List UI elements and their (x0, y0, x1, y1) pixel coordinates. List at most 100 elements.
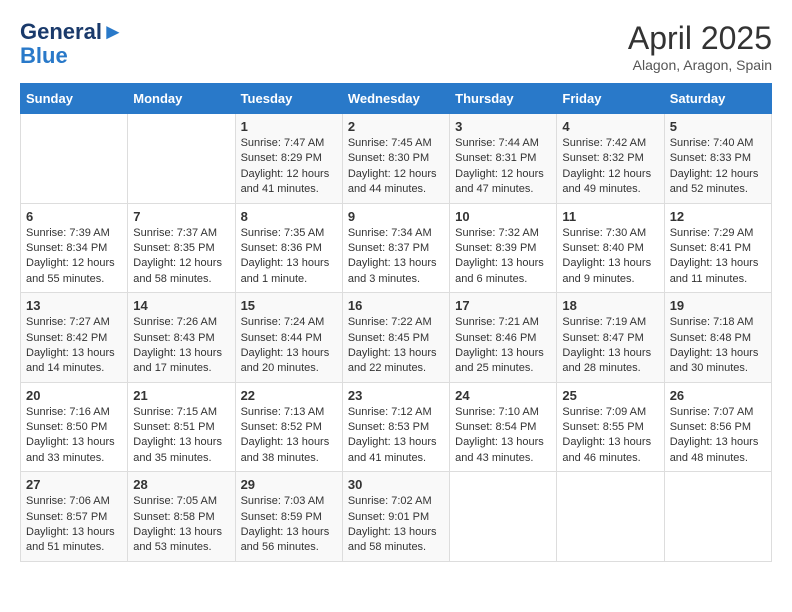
day-content: Sunrise: 7:09 AMSunset: 8:55 PMDaylight:… (562, 405, 658, 467)
day-number: 29 (241, 477, 337, 492)
day-number: 30 (348, 477, 444, 492)
calendar-cell (557, 472, 664, 562)
day-number: 13 (26, 298, 122, 313)
day-content: Sunrise: 7:27 AMSunset: 8:42 PMDaylight:… (26, 315, 122, 377)
calendar-cell: 6 Sunrise: 7:39 AMSunset: 8:34 PMDaylight… (21, 203, 128, 293)
calendar-cell (450, 472, 557, 562)
day-number: 28 (133, 477, 229, 492)
day-number: 2 (348, 119, 444, 134)
day-content: Sunrise: 7:24 AMSunset: 8:44 PMDaylight:… (241, 315, 337, 377)
day-number: 4 (562, 119, 658, 134)
calendar-cell: 5 Sunrise: 7:40 AMSunset: 8:33 PMDaylight… (664, 114, 771, 204)
day-number: 22 (241, 388, 337, 403)
day-content: Sunrise: 7:32 AMSunset: 8:39 PMDaylight:… (455, 226, 551, 288)
day-number: 19 (670, 298, 766, 313)
calendar-week-3: 13 Sunrise: 7:27 AMSunset: 8:42 PMDayligh… (21, 293, 772, 383)
day-content: Sunrise: 7:07 AMSunset: 8:56 PMDaylight:… (670, 405, 766, 467)
day-number: 1 (241, 119, 337, 134)
day-content: Sunrise: 7:47 AMSunset: 8:29 PMDaylight:… (241, 136, 337, 198)
calendar-cell: 26 Sunrise: 7:07 AMSunset: 8:56 PMDayligh… (664, 382, 771, 472)
day-content: Sunrise: 7:12 AMSunset: 8:53 PMDaylight:… (348, 405, 444, 467)
calendar-cell: 7Sunrise: 7:37 AMSunset: 8:35 PMDaylight… (128, 203, 235, 293)
day-number: 25 (562, 388, 658, 403)
day-content: Sunrise: 7:40 AMSunset: 8:33 PMDaylight:… (670, 136, 766, 198)
day-content: Sunrise: 7:16 AMSunset: 8:50 PMDaylight:… (26, 405, 122, 467)
day-number: 14 (133, 298, 229, 313)
calendar-cell (21, 114, 128, 204)
day-number: 10 (455, 209, 551, 224)
day-content: Sunrise: 7:34 AMSunset: 8:37 PMDaylight:… (348, 226, 444, 288)
calendar-cell: 25 Sunrise: 7:09 AMSunset: 8:55 PMDayligh… (557, 382, 664, 472)
header-day-monday: Monday (128, 84, 235, 114)
calendar-cell: 28 Sunrise: 7:05 AMSunset: 8:58 PMDayligh… (128, 472, 235, 562)
calendar-cell: 16 Sunrise: 7:22 AMSunset: 8:45 PMDayligh… (342, 293, 449, 383)
day-content: Sunrise: 7:39 AMSunset: 8:34 PMDaylight:… (26, 226, 122, 288)
day-number: 3 (455, 119, 551, 134)
calendar-week-5: 27 Sunrise: 7:06 AMSunset: 8:57 PMDayligh… (21, 472, 772, 562)
day-content: Sunrise: 7:26 AMSunset: 8:43 PMDaylight:… (133, 315, 229, 377)
day-number: 21 (133, 388, 229, 403)
day-number: 12 (670, 209, 766, 224)
calendar-table: SundayMondayTuesdayWednesdayThursdayFrid… (20, 83, 772, 562)
header-day-saturday: Saturday (664, 84, 771, 114)
day-content: Sunrise: 7:05 AMSunset: 8:58 PMDaylight:… (133, 494, 229, 556)
day-content: Sunrise: 7:45 AMSunset: 8:30 PMDaylight:… (348, 136, 444, 198)
day-number: 16 (348, 298, 444, 313)
day-number: 5 (670, 119, 766, 134)
day-content: Sunrise: 7:35 AMSunset: 8:36 PMDaylight:… (241, 226, 337, 288)
day-content: Sunrise: 7:13 AMSunset: 8:52 PMDaylight:… (241, 405, 337, 467)
calendar-cell: 21 Sunrise: 7:15 AMSunset: 8:51 PMDayligh… (128, 382, 235, 472)
day-number: 23 (348, 388, 444, 403)
header-day-sunday: Sunday (21, 84, 128, 114)
calendar-cell: 17 Sunrise: 7:21 AMSunset: 8:46 PMDayligh… (450, 293, 557, 383)
day-content: Sunrise: 7:06 AMSunset: 8:57 PMDaylight:… (26, 494, 122, 556)
calendar-cell: 3 Sunrise: 7:44 AMSunset: 8:31 PMDaylight… (450, 114, 557, 204)
calendar-cell: 18Sunrise: 7:19 AMSunset: 8:47 PMDayligh… (557, 293, 664, 383)
header-day-thursday: Thursday (450, 84, 557, 114)
calendar-cell: 13 Sunrise: 7:27 AMSunset: 8:42 PMDayligh… (21, 293, 128, 383)
day-content: Sunrise: 7:37 AMSunset: 8:35 PMDaylight:… (133, 226, 229, 288)
calendar-cell: 19Sunrise: 7:18 AMSunset: 8:48 PMDayligh… (664, 293, 771, 383)
day-number: 17 (455, 298, 551, 313)
day-content: Sunrise: 7:19 AMSunset: 8:47 PMDaylight:… (562, 315, 658, 377)
logo-text-blue: Blue (20, 44, 124, 68)
calendar-cell (128, 114, 235, 204)
calendar-cell: 23 Sunrise: 7:12 AMSunset: 8:53 PMDayligh… (342, 382, 449, 472)
day-content: Sunrise: 7:22 AMSunset: 8:45 PMDaylight:… (348, 315, 444, 377)
header: General► Blue April 2025 Alagon, Aragon,… (20, 20, 772, 73)
header-day-friday: Friday (557, 84, 664, 114)
calendar-cell: 20 Sunrise: 7:16 AMSunset: 8:50 PMDayligh… (21, 382, 128, 472)
day-content: Sunrise: 7:29 AMSunset: 8:41 PMDaylight:… (670, 226, 766, 288)
day-content: Sunrise: 7:03 AMSunset: 8:59 PMDaylight:… (241, 494, 337, 556)
calendar-cell: 22 Sunrise: 7:13 AMSunset: 8:52 PMDayligh… (235, 382, 342, 472)
calendar-cell: 29 Sunrise: 7:03 AMSunset: 8:59 PMDayligh… (235, 472, 342, 562)
day-content: Sunrise: 7:44 AMSunset: 8:31 PMDaylight:… (455, 136, 551, 198)
day-number: 15 (241, 298, 337, 313)
day-content: Sunrise: 7:21 AMSunset: 8:46 PMDaylight:… (455, 315, 551, 377)
month-year-title: April 2025 (628, 20, 772, 57)
calendar-week-2: 6 Sunrise: 7:39 AMSunset: 8:34 PMDaylight… (21, 203, 772, 293)
day-number: 26 (670, 388, 766, 403)
calendar-cell: 15 Sunrise: 7:24 AMSunset: 8:44 PMDayligh… (235, 293, 342, 383)
day-content: Sunrise: 7:02 AMSunset: 9:01 PMDaylight:… (348, 494, 444, 556)
day-content: Sunrise: 7:15 AMSunset: 8:51 PMDaylight:… (133, 405, 229, 467)
calendar-week-4: 20 Sunrise: 7:16 AMSunset: 8:50 PMDayligh… (21, 382, 772, 472)
day-content: Sunrise: 7:30 AMSunset: 8:40 PMDaylight:… (562, 226, 658, 288)
calendar-cell: 10 Sunrise: 7:32 AMSunset: 8:39 PMDayligh… (450, 203, 557, 293)
day-number: 27 (26, 477, 122, 492)
header-day-tuesday: Tuesday (235, 84, 342, 114)
day-content: Sunrise: 7:42 AMSunset: 8:32 PMDaylight:… (562, 136, 658, 198)
calendar-cell: 14 Sunrise: 7:26 AMSunset: 8:43 PMDayligh… (128, 293, 235, 383)
day-number: 11 (562, 209, 658, 224)
day-number: 24 (455, 388, 551, 403)
day-number: 9 (348, 209, 444, 224)
calendar-cell: 30 Sunrise: 7:02 AMSunset: 9:01 PMDayligh… (342, 472, 449, 562)
calendar-cell: 24Sunrise: 7:10 AMSunset: 8:54 PMDayligh… (450, 382, 557, 472)
calendar-cell: 12 Sunrise: 7:29 AMSunset: 8:41 PMDayligh… (664, 203, 771, 293)
logo-text: General► (20, 20, 124, 44)
calendar-cell: 1 Sunrise: 7:47 AMSunset: 8:29 PMDaylight… (235, 114, 342, 204)
day-number: 6 (26, 209, 122, 224)
day-number: 20 (26, 388, 122, 403)
calendar-cell: 8Sunrise: 7:35 AMSunset: 8:36 PMDaylight… (235, 203, 342, 293)
title-area: April 2025 Alagon, Aragon, Spain (628, 20, 772, 73)
